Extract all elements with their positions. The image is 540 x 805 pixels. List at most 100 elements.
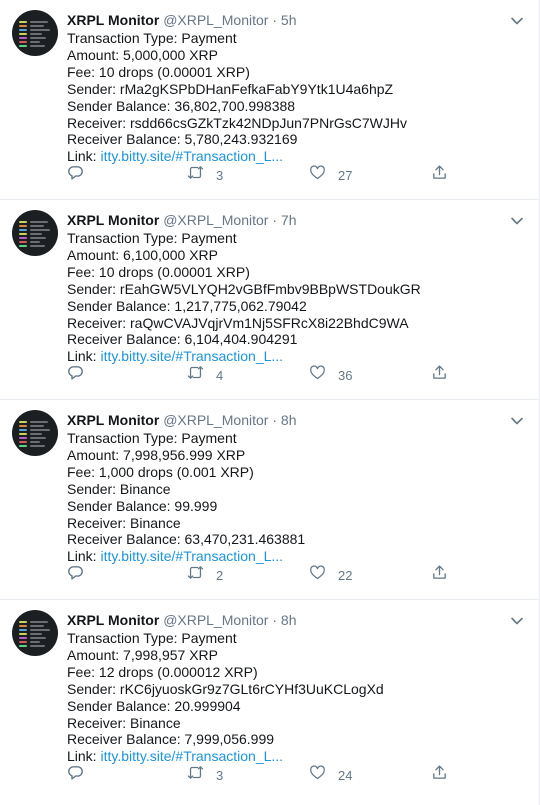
tweet-header: XRPL Monitor @XRPL_Monitor · 7h [67, 211, 519, 229]
transaction-link[interactable]: itty.bitty.site/#Transaction_L... [100, 548, 283, 564]
tweet-actions: 4 36 [67, 365, 457, 385]
chevron-down-icon[interactable] [510, 414, 524, 426]
share-icon [431, 764, 448, 786]
retweet-button[interactable]: 4 [187, 365, 223, 385]
tweet-link-line: Link: itty.bitty.site/#Transaction_L... [67, 748, 519, 765]
like-count: 22 [338, 567, 353, 583]
chevron-down-icon[interactable] [510, 614, 524, 626]
tweet-link-line: Link: itty.bitty.site/#Transaction_L... [67, 348, 519, 365]
reply-button[interactable] [67, 765, 84, 785]
tweet-actions: 3 27 [67, 165, 457, 185]
retweet-icon [187, 764, 204, 786]
tweet-text-line: Receiver: rsdd66csGZkTzk42NDpJun7PNrGsC7… [67, 114, 407, 131]
tweet-text-line: Amount: 5,000,000 XRP [67, 46, 218, 63]
reply-button[interactable] [67, 365, 84, 385]
user-handle[interactable]: @XRPL_Monitor [163, 612, 268, 628]
tweet-text-line: Receiver: Binance [67, 714, 181, 731]
tweet-lines: Transaction Type: Payment Amount: 5,000,0… [67, 30, 519, 148]
tweet-text-line: Fee: 10 drops (0.00001 XRP) [67, 63, 250, 80]
tweet-text-line: Transaction Type: Payment [67, 30, 237, 46]
tweet-text-line: Receiver: Binance [67, 514, 181, 531]
tweet-text-line: Sender Balance: 36,802,700.998388 [67, 97, 296, 114]
tweet-text-line: Sender: rKC6jyuoskGr9z7GLt6rCYHf3UuKCLog… [67, 680, 384, 697]
tweet[interactable]: XRPL Monitor @XRPL_Monitor · 8h Transact… [0, 600, 540, 805]
tweet-text-line: Amount: 7,998,957 XRP [67, 646, 218, 663]
tweet-content: XRPL Monitor @XRPL_Monitor · 7h Transact… [67, 211, 519, 365]
retweet-button[interactable]: 3 [187, 765, 223, 785]
like-button[interactable]: 27 [309, 165, 352, 185]
transaction-link[interactable]: itty.bitty.site/#Transaction_L... [100, 348, 283, 364]
display-name[interactable]: XRPL Monitor [67, 212, 159, 228]
tweet-text-line: Receiver Balance: 63,470,231.463881 [67, 531, 306, 548]
chevron-down-icon[interactable] [510, 14, 524, 26]
transaction-link[interactable]: itty.bitty.site/#Transaction_L... [100, 148, 283, 164]
reply-icon [67, 564, 84, 586]
like-button[interactable]: 22 [309, 565, 352, 585]
tweet-text-line: Fee: 1,000 drops (0.001 XRP) [67, 463, 254, 480]
reply-button[interactable] [67, 565, 84, 585]
avatar[interactable] [12, 210, 58, 256]
tweet-text: Transaction Type: Payment Amount: 7,998,9… [67, 630, 519, 765]
tweet-text-line: Fee: 10 drops (0.00001 XRP) [67, 263, 250, 280]
tweet-actions: 2 22 [67, 565, 457, 585]
reply-icon [67, 164, 84, 186]
separator-dot: · [272, 12, 278, 28]
tweet-lines: Transaction Type: Payment Amount: 7,998,9… [67, 630, 519, 748]
tweet-link-line: Link: itty.bitty.site/#Transaction_L... [67, 148, 519, 165]
share-icon [431, 164, 448, 186]
share-button[interactable] [431, 565, 448, 585]
tweet-text: Transaction Type: Payment Amount: 6,100,0… [67, 230, 519, 365]
timestamp[interactable]: 7h [281, 212, 297, 228]
transaction-link[interactable]: itty.bitty.site/#Transaction_L... [100, 748, 283, 764]
like-icon [309, 764, 326, 786]
reply-button[interactable] [67, 165, 84, 185]
share-icon [431, 564, 448, 586]
display-name[interactable]: XRPL Monitor [67, 12, 159, 28]
user-handle[interactable]: @XRPL_Monitor [163, 412, 268, 428]
retweet-icon [187, 364, 204, 386]
timestamp[interactable]: 8h [281, 612, 297, 628]
tweet-link-line: Link: itty.bitty.site/#Transaction_L... [67, 548, 519, 565]
tweet-actions: 3 24 [67, 765, 457, 785]
tweet-content: XRPL Monitor @XRPL_Monitor · 5h Transact… [67, 11, 519, 165]
avatar[interactable] [12, 410, 58, 456]
tweet-text-line: Sender: rEahGW5VLYQH2vGBfFmbv9BBpWSTDouk… [67, 280, 421, 297]
display-name[interactable]: XRPL Monitor [67, 412, 159, 428]
like-icon [309, 564, 326, 586]
tweet-text-line: Receiver: raQwCVAJVqjrVm1Nj5SFRcX8i22Bhd… [67, 314, 409, 331]
link-prefix: Link: [67, 548, 101, 565]
like-button[interactable]: 36 [309, 365, 352, 385]
user-handle[interactable]: @XRPL_Monitor [163, 212, 268, 228]
tweet-header: XRPL Monitor @XRPL_Monitor · 8h [67, 611, 519, 629]
share-button[interactable] [431, 765, 448, 785]
retweet-button[interactable]: 3 [187, 165, 223, 185]
retweet-button[interactable]: 2 [187, 565, 223, 585]
tweet[interactable]: XRPL Monitor @XRPL_Monitor · 7h Transact… [0, 200, 540, 400]
tweet[interactable]: XRPL Monitor @XRPL_Monitor · 5h Transact… [0, 0, 540, 200]
timestamp[interactable]: 5h [281, 12, 297, 28]
like-icon [309, 364, 326, 386]
avatar[interactable] [12, 610, 58, 656]
like-button[interactable]: 24 [309, 765, 352, 785]
avatar[interactable] [12, 10, 58, 56]
timestamp[interactable]: 8h [281, 412, 297, 428]
link-prefix: Link: [67, 348, 101, 365]
share-button[interactable] [431, 165, 448, 185]
retweet-count: 3 [216, 167, 224, 183]
tweet-header: XRPL Monitor @XRPL_Monitor · 5h [67, 11, 519, 29]
separator-dot: · [272, 612, 278, 628]
share-button[interactable] [431, 365, 448, 385]
user-handle[interactable]: @XRPL_Monitor [163, 12, 268, 28]
tweet-text: Transaction Type: Payment Amount: 7,998,9… [67, 430, 519, 565]
like-count: 24 [338, 767, 353, 783]
tweet-text: Transaction Type: Payment Amount: 5,000,0… [67, 30, 519, 165]
separator-dot: · [272, 212, 278, 228]
retweet-count: 2 [216, 567, 224, 583]
like-count: 27 [338, 167, 353, 183]
tweet[interactable]: XRPL Monitor @XRPL_Monitor · 8h Transact… [0, 400, 540, 600]
chevron-down-icon[interactable] [510, 214, 524, 226]
like-icon [309, 164, 326, 186]
tweet-lines: Transaction Type: Payment Amount: 6,100,0… [67, 230, 519, 348]
tweet-text-line: Receiver Balance: 6,104,404.904291 [67, 331, 298, 348]
display-name[interactable]: XRPL Monitor [67, 612, 159, 628]
